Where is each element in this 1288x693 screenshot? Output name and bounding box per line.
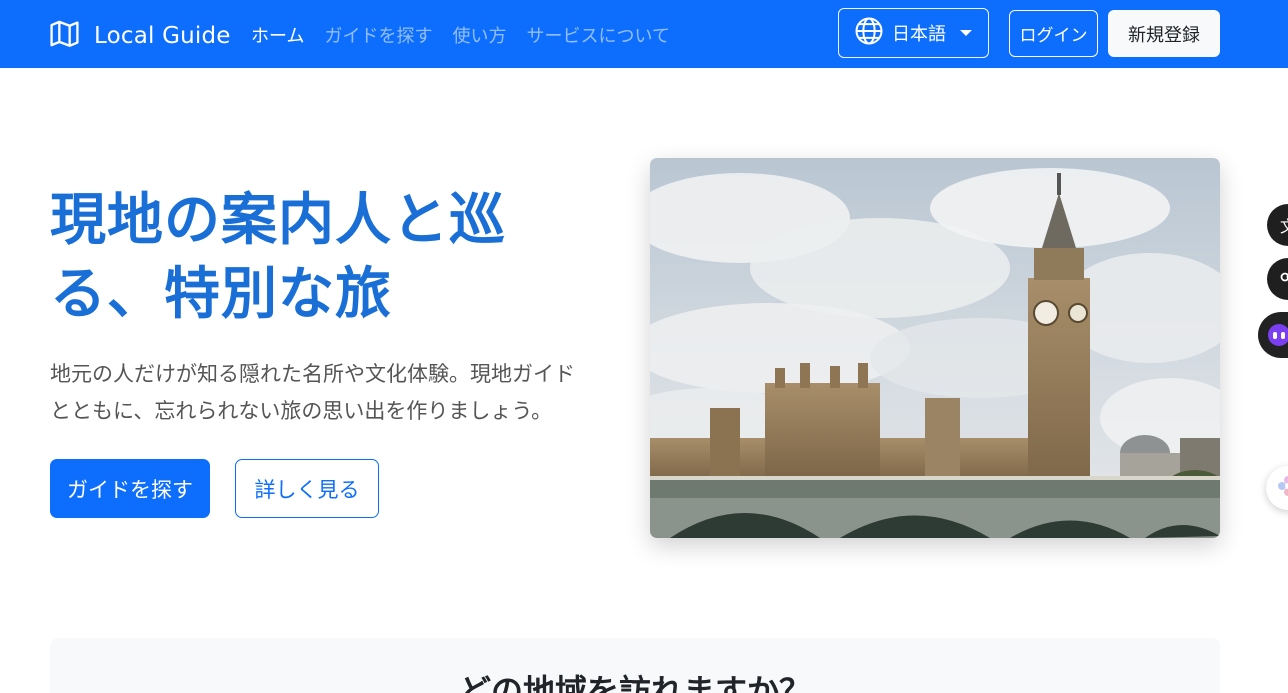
hero-title-line-2: る、特別な旅 <box>50 262 392 327</box>
flower-icon <box>1277 475 1288 501</box>
globe-icon <box>854 16 892 51</box>
hero-title-line-1: 現地の案内人と巡 <box>50 188 506 253</box>
link-widget-button[interactable] <box>1267 258 1288 300</box>
navbar: Local Guide ホーム ガイドを探す 使い方 サービスについて 日本語 … <box>0 0 1288 68</box>
map-icon <box>49 18 80 53</box>
nav-how-to[interactable]: 使い方 <box>452 22 506 48</box>
signup-button[interactable]: 新規登録 <box>1108 10 1220 57</box>
nav-links: ホーム ガイドを探す 使い方 サービスについて <box>251 22 670 48</box>
nav-find-guide[interactable]: ガイドを探す <box>324 22 432 48</box>
extension-widget-button[interactable] <box>1266 466 1288 510</box>
chevron-down-icon <box>960 30 972 36</box>
learn-more-button[interactable]: 詳しく見る <box>235 459 379 518</box>
hero-image <box>650 158 1220 538</box>
hero-subtitle-line-2: とともに、忘れられない旅の思い出を作りましょう。 <box>50 399 553 423</box>
hero-subtitle-line-1: 地元の人だけが知る隠れた名所や文化体験。現地ガイド <box>50 362 575 386</box>
nav-home[interactable]: ホーム <box>251 22 304 48</box>
hero-subtitle: 地元の人だけが知る隠れた名所や文化体験。現地ガイド とともに、忘れられない旅の思… <box>50 356 630 430</box>
brand-link[interactable]: Local Guide <box>49 18 231 53</box>
region-title: どの地域を訪れますか？ <box>458 672 811 693</box>
language-label: 日本語 <box>892 24 946 45</box>
nav-about[interactable]: サービスについて <box>526 22 669 48</box>
translate-icon: 文 <box>1279 217 1288 236</box>
region-section: どの地域を訪れますか？ <box>50 638 1220 693</box>
bot-face-icon <box>1268 324 1288 346</box>
brand-name: Local Guide <box>94 22 231 49</box>
link-icon <box>1280 269 1288 289</box>
find-guide-button[interactable]: ガイドを探す <box>50 459 210 518</box>
language-dropdown[interactable]: 日本語 <box>838 8 989 58</box>
translate-widget-button[interactable]: 文 <box>1267 204 1288 246</box>
hero-title: 現地の案内人と巡 る、特別な旅 <box>50 184 570 332</box>
login-button[interactable]: ログイン <box>1009 10 1098 57</box>
assistant-widget-button[interactable] <box>1258 312 1288 358</box>
